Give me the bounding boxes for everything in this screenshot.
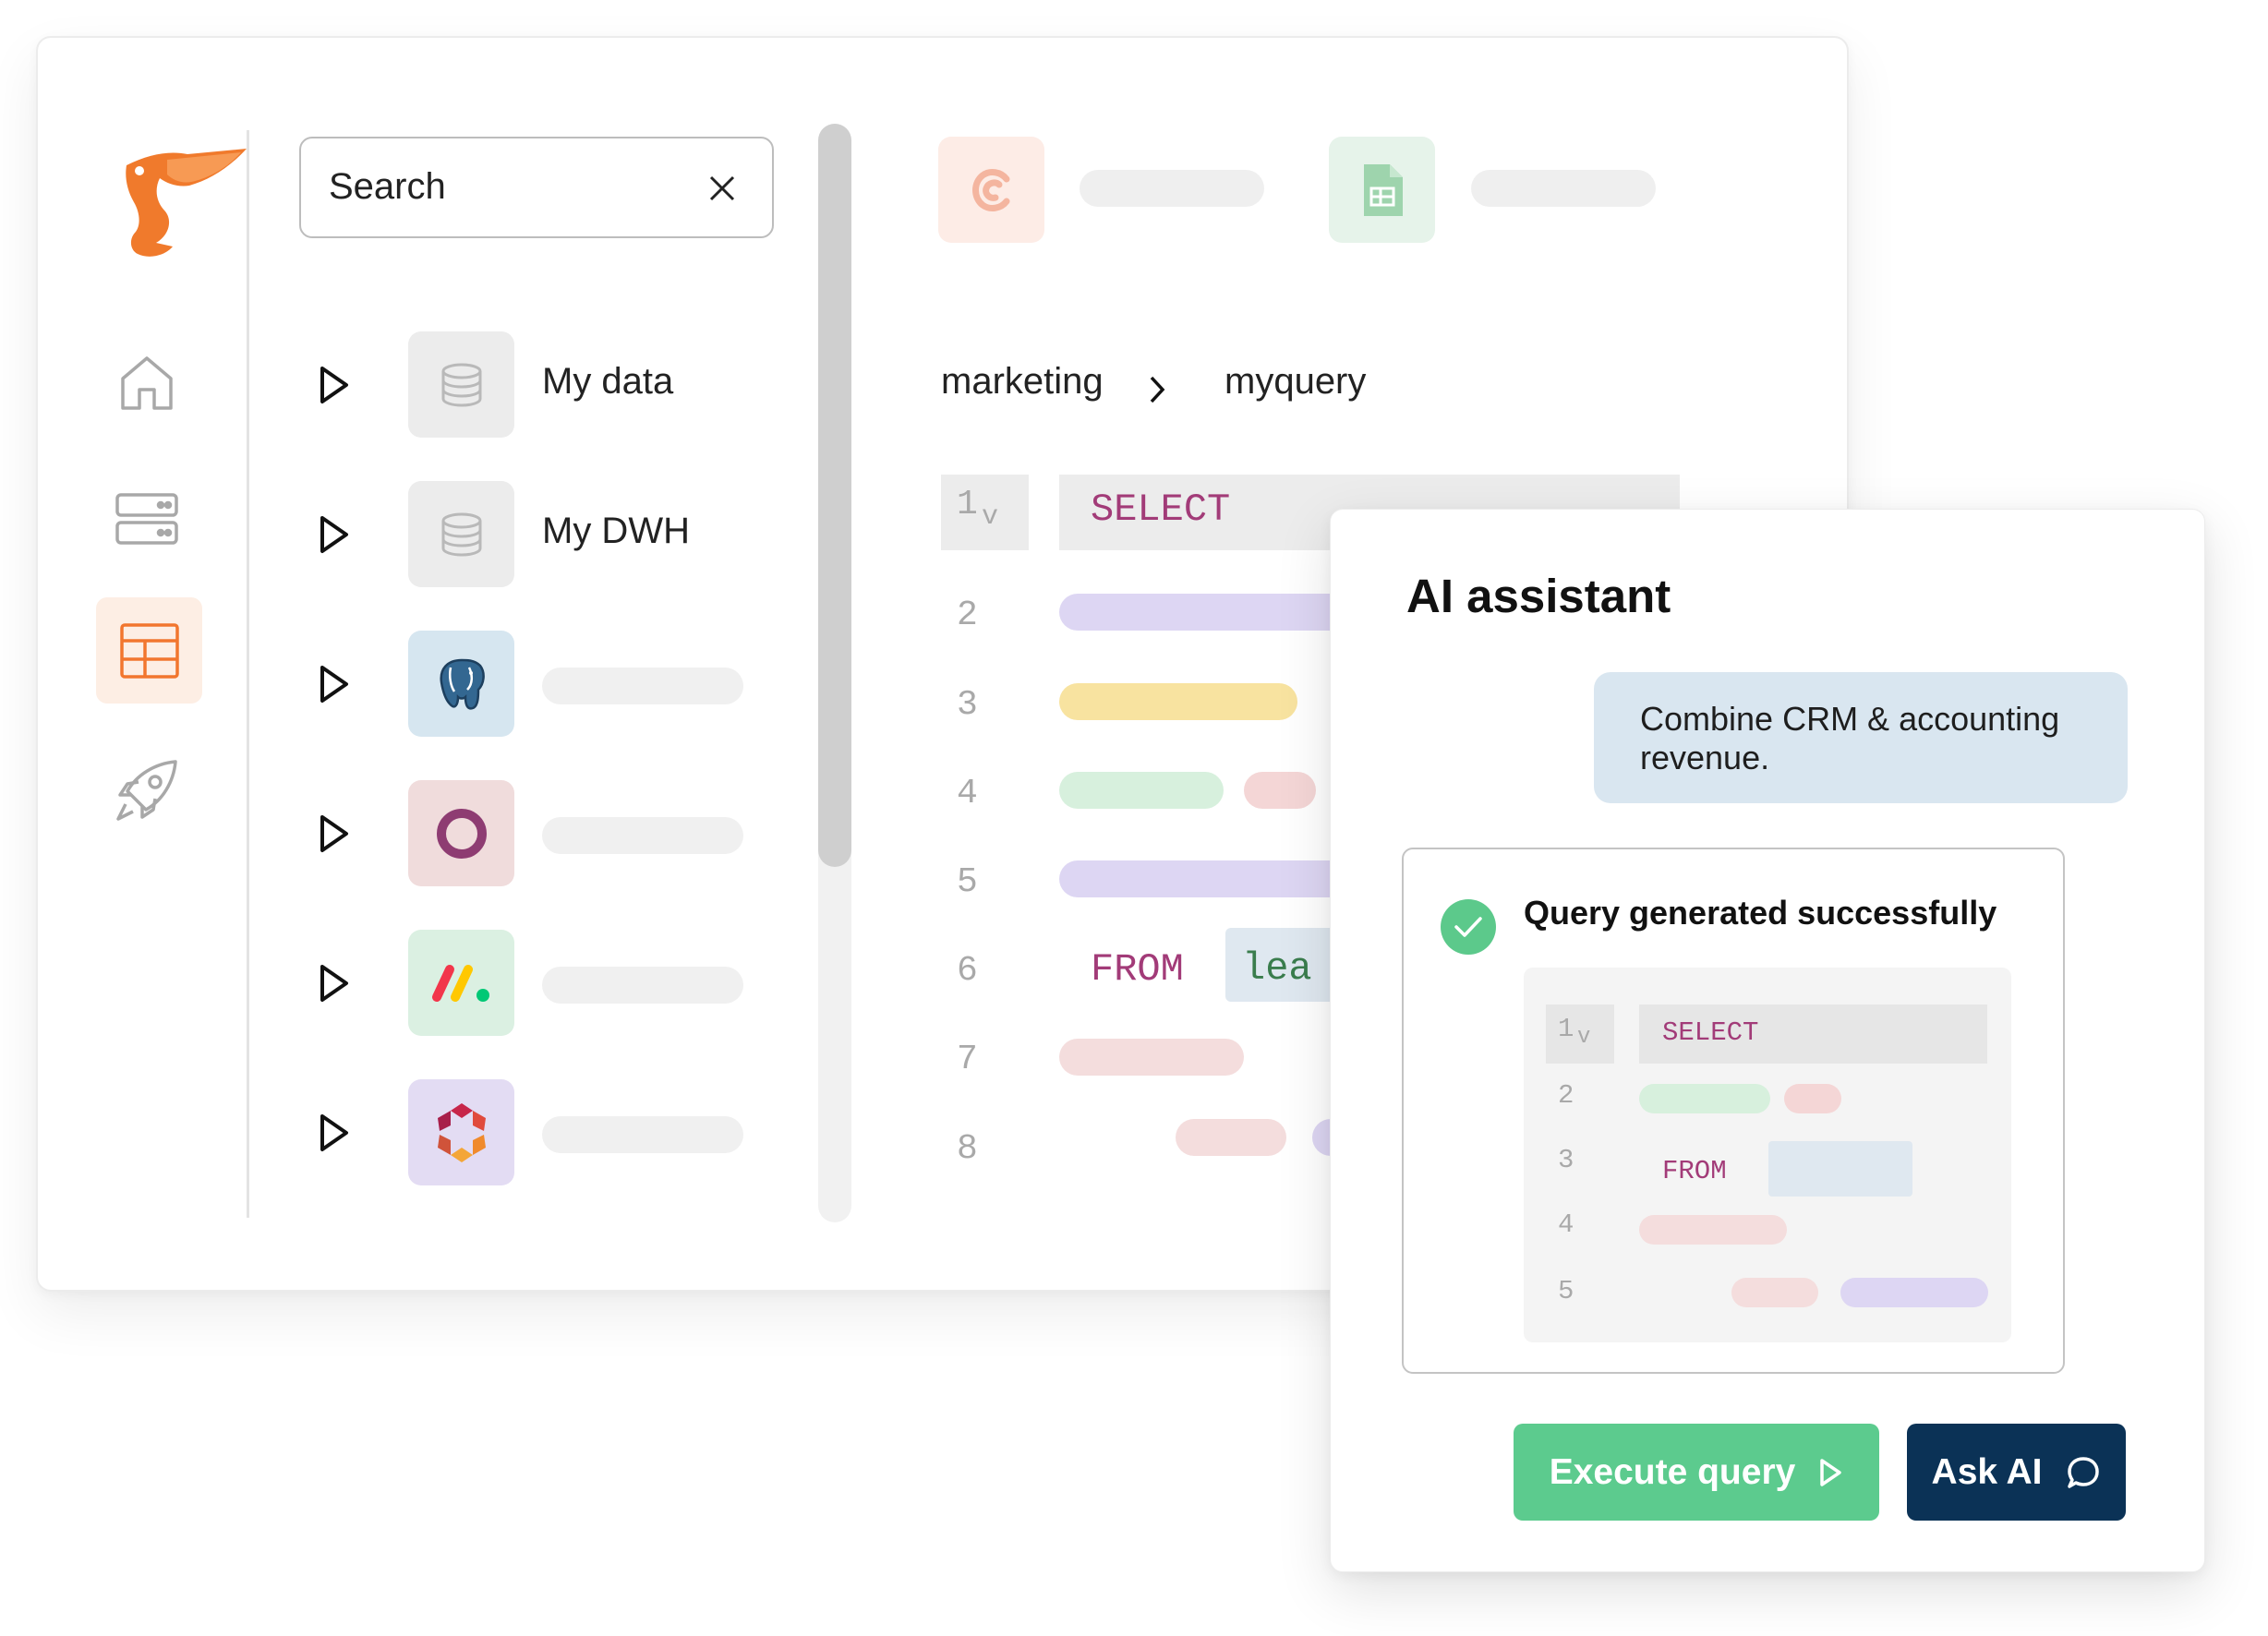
line-number: 1 <box>957 485 978 524</box>
postgresql-icon <box>408 631 514 737</box>
expand-triangle-icon[interactable] <box>315 365 352 405</box>
generated-query-preview[interactable]: 1 v SELECT 2 3 FROM 4 5 <box>1524 968 2011 1342</box>
code-token-placeholder <box>1059 1039 1244 1076</box>
source-name-placeholder <box>542 817 743 854</box>
line-number: 8 <box>957 1129 978 1169</box>
code-token-placeholder <box>1784 1084 1841 1113</box>
deploy-nav-button[interactable] <box>96 740 198 841</box>
code-token-placeholder <box>1059 860 1355 897</box>
home-icon <box>121 356 173 410</box>
user-message-text: Combine CRM & accounting revenue. <box>1640 700 2060 776</box>
expand-triangle-icon[interactable] <box>315 963 352 1004</box>
from-keyword: FROM <box>1662 1156 1727 1186</box>
monday-logo-icon <box>408 930 514 1036</box>
source-name-placeholder <box>542 967 743 1004</box>
source-name-placeholder <box>542 1116 743 1153</box>
ai-assistant-panel: AI assistant Combine CRM & accounting re… <box>1330 509 2205 1572</box>
tables-nav-button[interactable] <box>96 597 202 704</box>
ask-ai-button[interactable]: Ask AI <box>1907 1424 2126 1521</box>
line-number: 4 <box>1558 1209 1574 1240</box>
from-keyword: FROM <box>1091 947 1184 992</box>
servers-nav-button[interactable] <box>96 468 198 570</box>
ai-assistant-title: AI assistant <box>1406 570 1671 622</box>
code-token-placeholder <box>1176 1119 1286 1156</box>
tree-item-hexagon-source[interactable] <box>315 1077 832 1188</box>
fold-marker[interactable]: v <box>982 501 998 533</box>
line-number: 7 <box>957 1040 978 1079</box>
search-input[interactable]: Search <box>299 137 774 238</box>
pelican-logo <box>112 147 248 265</box>
expand-triangle-icon[interactable] <box>315 1113 352 1153</box>
line-number: 5 <box>1558 1276 1574 1306</box>
select-keyword: SELECT <box>1091 487 1231 532</box>
database-icon <box>408 331 514 438</box>
table-token <box>1768 1141 1912 1197</box>
code-token-placeholder <box>1059 683 1297 720</box>
chevron-right-icon <box>1150 376 1165 403</box>
tree-item-label: My DWH <box>542 511 690 551</box>
home-nav-button[interactable] <box>96 331 198 433</box>
tree-item-label: My data <box>542 361 674 402</box>
line-number: 6 <box>957 951 978 991</box>
query-status-text: Query generated successfully <box>1524 894 1997 932</box>
expand-triangle-icon[interactable] <box>315 664 352 704</box>
expand-triangle-icon[interactable] <box>315 813 352 854</box>
line-number: 5 <box>957 862 978 902</box>
chat-bubble-icon <box>2068 1456 2100 1488</box>
hexagon-logo-icon <box>408 1079 514 1185</box>
tree-item-ring-source[interactable] <box>315 778 832 889</box>
connector-tile-sheets[interactable] <box>1329 137 1435 243</box>
table-icon <box>119 622 179 679</box>
line-number: 2 <box>957 595 978 635</box>
success-check-icon <box>1441 899 1496 955</box>
search-text[interactable]: Search <box>329 166 446 208</box>
table-name-fragment: lea <box>1242 946 1312 991</box>
code-token-placeholder <box>1840 1278 1988 1307</box>
breadcrumb-folder[interactable]: marketing <box>941 361 1104 402</box>
execute-query-button[interactable]: Execute query <box>1514 1424 1879 1521</box>
line-number: 4 <box>957 774 978 813</box>
code-token-placeholder <box>1639 1084 1770 1113</box>
c-logo-icon <box>971 168 1009 211</box>
select-keyword: SELECT <box>1662 1017 1759 1048</box>
tree-item-monday[interactable] <box>315 928 832 1039</box>
expand-triangle-icon[interactable] <box>315 514 352 555</box>
code-token-placeholder <box>1059 594 1355 631</box>
table-token: lea <box>1225 928 1336 1002</box>
line-number: 3 <box>1558 1145 1574 1175</box>
server-icon <box>115 493 178 545</box>
source-name-placeholder <box>542 668 743 704</box>
tree-scrollbar-thumb[interactable] <box>818 124 851 867</box>
line-number: 2 <box>1558 1080 1574 1111</box>
connector-tile-orange[interactable] <box>938 137 1044 243</box>
tree-item-my-data[interactable]: My data <box>315 330 832 440</box>
play-icon <box>1820 1458 1842 1486</box>
line-number: 3 <box>957 685 978 725</box>
spreadsheet-icon <box>1363 163 1403 216</box>
code-token-placeholder <box>1639 1215 1787 1245</box>
clear-search-icon[interactable] <box>707 174 737 203</box>
tree-item-postgresql[interactable] <box>315 629 832 740</box>
code-token-placeholder <box>1059 772 1224 809</box>
breadcrumb: marketing myquery <box>941 361 1366 403</box>
breadcrumb-file[interactable]: myquery <box>1224 361 1366 403</box>
fold-marker: v <box>1577 1025 1591 1050</box>
code-token-placeholder <box>1244 772 1316 809</box>
tree-item-my-dwh[interactable]: My DWH <box>315 479 832 590</box>
query-result-box: Query generated successfully 1 v SELECT … <box>1402 848 2065 1374</box>
execute-query-label: Execute query <box>1549 1451 1796 1492</box>
connector-name-placeholder <box>1471 170 1656 207</box>
sidebar-divider <box>247 130 249 1218</box>
ring-logo-icon <box>408 780 514 886</box>
user-message-bubble: Combine CRM & accounting revenue. <box>1594 672 2128 803</box>
ask-ai-label: Ask AI <box>1931 1451 2043 1492</box>
rocket-icon <box>116 760 177 821</box>
code-token-placeholder <box>1731 1278 1818 1307</box>
connector-name-placeholder <box>1080 170 1264 207</box>
database-icon <box>408 481 514 587</box>
line-number: 1 <box>1558 1014 1574 1044</box>
